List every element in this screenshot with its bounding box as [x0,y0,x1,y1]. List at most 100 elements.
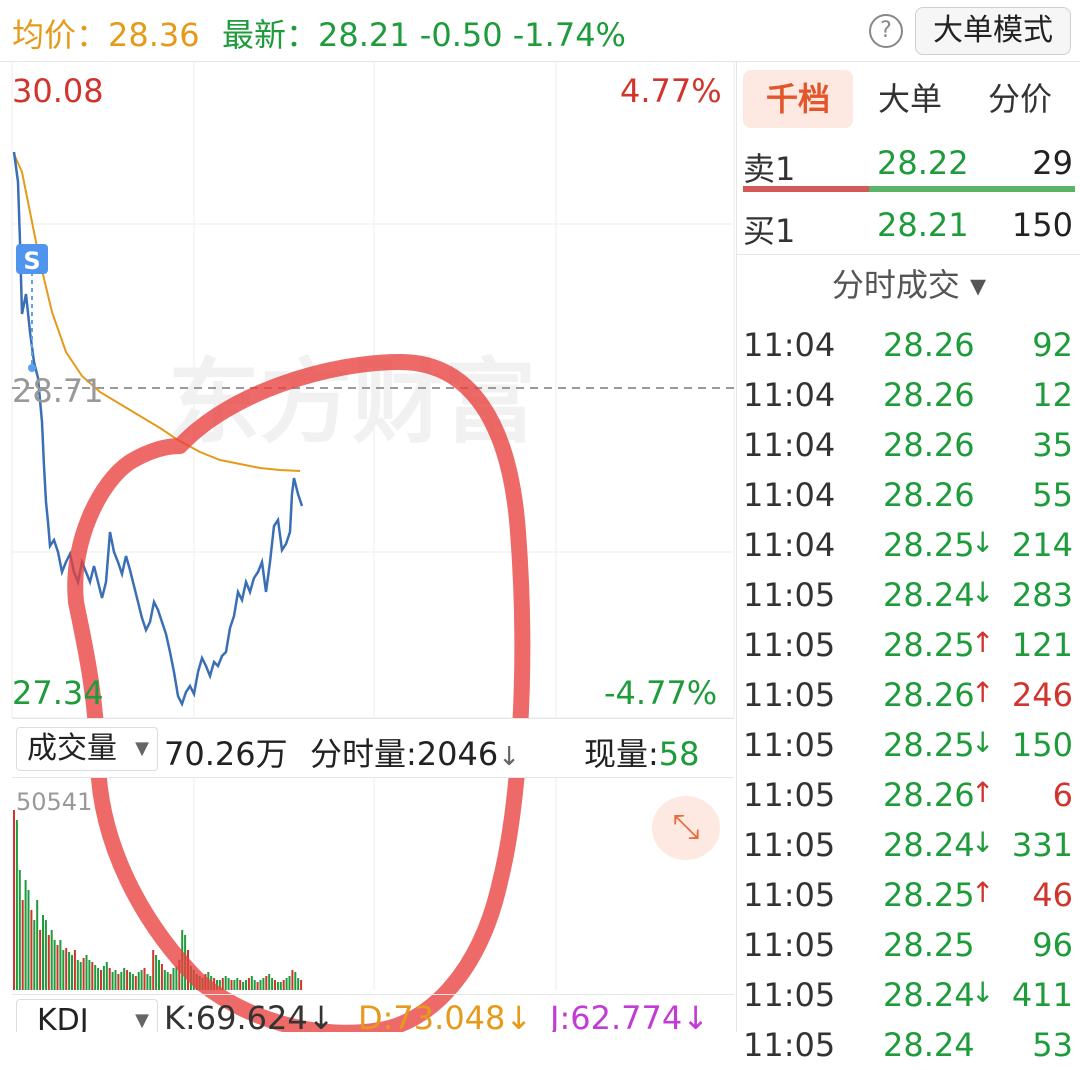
tick-volume: 55 [1032,476,1073,514]
tick-price: 28.26 [883,676,975,714]
tick-time: 11:05 [743,726,836,764]
bid-price: 28.21 [877,206,969,244]
volume-bar [13,810,15,990]
bid-row: 买1 28.21 150 [737,198,1080,260]
help-icon[interactable]: ? [869,14,903,48]
volume-bar [131,974,134,990]
tick-volume: 121 [1011,626,1073,664]
tick-row: 11:05 28.25 ↓ 150 [737,720,1080,770]
tab-depth[interactable]: 千档 [743,70,853,128]
volume-bar [71,955,73,990]
tick-time: 11:05 [743,776,836,814]
price-low-label: 27.34 [12,674,104,712]
volume-bar [279,982,282,990]
tick-arrow-icon: ↑ [971,876,995,909]
volume-bar [56,945,59,990]
volume-bar [233,980,236,990]
tick-row: 11:04 28.26 55 [737,470,1080,520]
ref-price-label: 28.71 [12,372,104,410]
tick-time: 11:04 [743,526,836,564]
tick-volume: 150 [1011,726,1073,764]
tick-volume: 411 [1011,976,1073,1014]
volume-bar [50,930,53,990]
tab-price-distribution[interactable]: 分价 [965,70,1075,128]
chevron-down-icon: ▼ [135,738,149,759]
volume-bar [100,970,102,990]
volume-bar [268,974,271,990]
ask-label: 卖1 [743,150,796,188]
total-volume: 70.26万 [164,735,288,773]
tab-big-orders[interactable]: 大单 [855,70,965,128]
volume-bar [239,980,242,990]
tick-volume: 12 [1032,376,1073,414]
tick-volume: 283 [1011,576,1073,614]
tick-time: 11:04 [743,476,836,514]
tick-arrow-icon: ↑ [971,626,995,659]
tick-row: 11:04 28.26 35 [737,420,1080,470]
volume-bar [250,976,253,990]
tick-row: 11:05 28.25 ↑ 121 [737,620,1080,670]
expand-icon[interactable]: ⤡ [652,796,720,860]
tick-row: 11:04 28.26 12 [737,370,1080,420]
tick-row: 11:04 28.26 92 [737,320,1080,370]
price-high-label: 30.08 [12,72,104,110]
volume-indicator-dropdown[interactable]: 成交量 ▼ [16,727,158,771]
ticks-title[interactable]: 分时成交 ▾ [737,260,1080,312]
kdj-info-bar: KDJ ▼ K:69.624↓ D:73.048↓ J:62.774↓ [12,994,734,1032]
volume-bar [137,972,140,990]
volume-bar [265,976,268,990]
tick-time: 11:05 [743,576,836,614]
volume-bar [94,965,97,990]
minute-volume: 分时量:2046↓ [310,735,521,773]
tick-price: 28.25 [883,726,975,764]
tick-row: 11:05 28.24 53 [737,1020,1080,1070]
volume-bar [97,968,100,990]
tick-row: 11:05 28.25 ↑ 46 [737,870,1080,920]
tick-row: 11:05 28.26 ↑ 6 [737,770,1080,820]
volume-bar [262,978,265,990]
tick-arrow-icon: ↓ [971,526,995,559]
volume-bar [85,955,88,990]
ask-depth-bar [743,186,869,192]
intraday-chart[interactable]: 东方财富 S 30.08 4.77% 28.71 27.34 -4.77% 50… [0,62,736,1032]
tick-price: 28.25 [883,526,975,564]
bid-label: 买1 [743,212,796,250]
signal-badge-label: S [23,247,40,275]
big-order-mode-button[interactable]: 大单模式 [915,7,1071,55]
latest-price-label: 最新：28.21 -0.50 -1.74% [222,16,626,54]
tick-row: 11:05 28.24 ↓ 331 [737,820,1080,870]
volume-bar [42,915,44,990]
tick-time: 11:05 [743,926,836,964]
tick-row: 11:05 28.26 ↑ 246 [737,670,1080,720]
tick-volume: 35 [1032,426,1073,464]
tick-time: 11:05 [743,676,836,714]
volume-bar [291,970,294,990]
volume-bar [114,970,117,990]
tick-volume: 46 [1032,876,1073,914]
tick-price: 28.24 [883,576,975,614]
tick-time: 11:05 [743,826,836,864]
volume-bar [44,920,47,990]
volume-bar [65,948,68,990]
volume-bar [230,980,233,990]
panel-tabs: 千档 大单 分价 [737,62,1080,136]
kdj-indicator-dropdown[interactable]: KDJ ▼ [16,999,158,1032]
pct-low-label: -4.77% [604,674,718,712]
volume-bar [149,976,152,990]
chevron-down-icon: ▼ [135,1010,149,1031]
tick-time: 11:04 [743,326,836,364]
tick-time: 11:04 [743,376,836,414]
tick-price: 28.25 [883,876,975,914]
volume-bar [282,980,285,990]
volume-bar [160,964,163,990]
volume-bar [300,980,303,990]
tick-time: 11:05 [743,626,836,664]
ask-volume: 29 [1032,144,1073,182]
tick-time: 11:04 [743,426,836,464]
chart-svg: 东方财富 S [11,62,735,1032]
volume-bar [172,968,175,990]
tick-arrow-icon: ↑ [971,776,995,809]
tick-volume: 214 [1011,526,1073,564]
volume-bar [285,978,288,990]
volume-bar [47,935,50,990]
